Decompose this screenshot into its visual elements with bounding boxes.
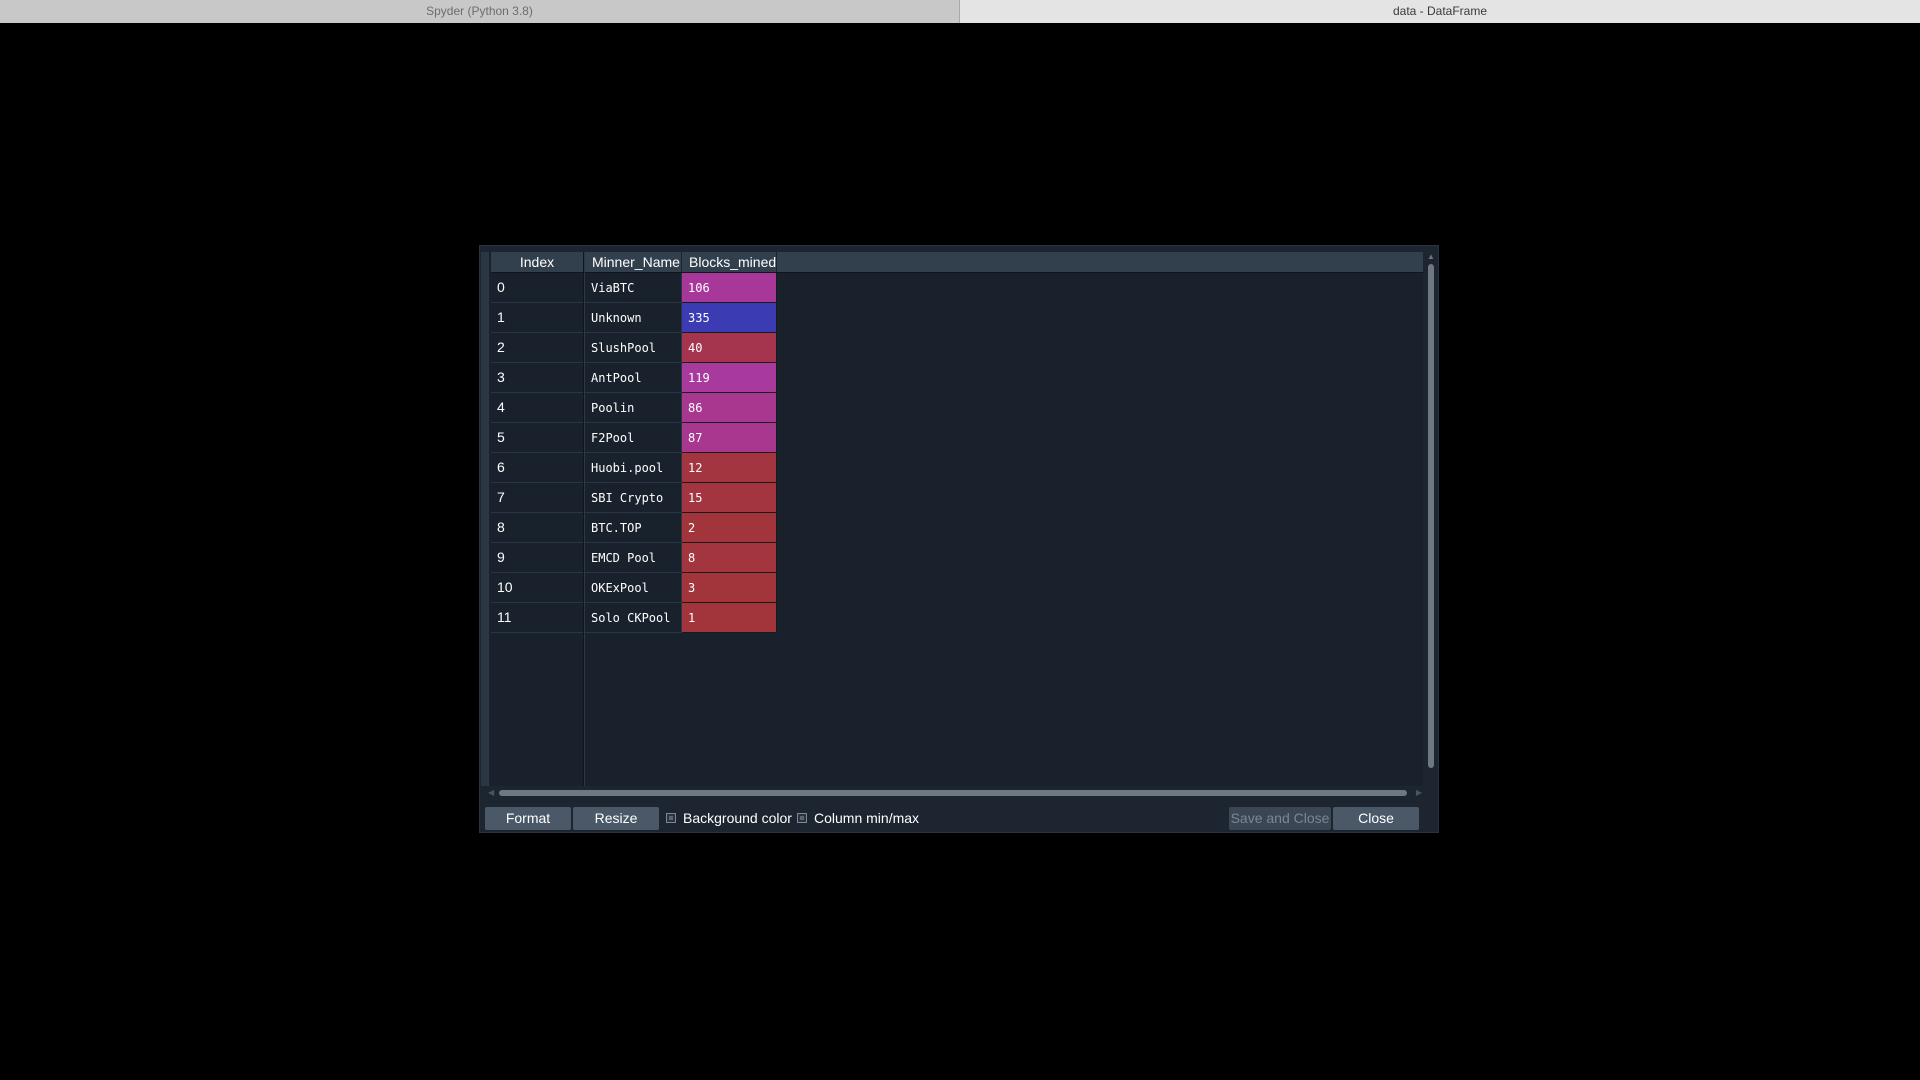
save-and-close-button[interactable]: Save and Close [1229,807,1331,830]
index-cell[interactable]: 11 [491,603,583,633]
cell-minner-name[interactable]: OKExPool [585,573,682,603]
resize-button[interactable]: Resize [573,807,659,830]
table-row: AntPool 119 [585,363,1423,393]
background-color-checkbox[interactable] [666,813,676,823]
column-header-minner-name[interactable]: Minner_Name [585,252,682,272]
index-cell[interactable]: 3 [491,363,583,393]
index-cell[interactable]: 4 [491,393,583,423]
index-cell[interactable]: 8 [491,513,583,543]
index-cell[interactable]: 6 [491,453,583,483]
format-button[interactable]: Format [485,807,571,830]
table-row: BTC.TOP 2 [585,513,1423,543]
table-row: SlushPool 40 [585,333,1423,363]
row-gutter [481,252,488,786]
footer-toolbar: Format Resize Background color Column mi… [480,805,1438,831]
table-row: OKExPool 3 [585,573,1423,603]
table-row: Unknown 335 [585,303,1423,333]
table-row: Huobi.pool 12 [585,453,1423,483]
vertical-scrollbar[interactable]: ▲ [1425,252,1437,786]
table-row: ViaBTC 106 [585,273,1423,303]
cell-minner-name[interactable]: Huobi.pool [585,453,682,483]
index-cell[interactable]: 10 [491,573,583,603]
cell-minner-name[interactable]: BTC.TOP [585,513,682,543]
cell-minner-name[interactable]: ViaBTC [585,273,682,303]
horizontal-scrollbar[interactable]: ◀ ▶ [488,787,1422,799]
column-header-blocks-mined[interactable]: Blocks_mined [682,252,777,272]
cell-minner-name[interactable]: AntPool [585,363,682,393]
cell-blocks-mined[interactable]: 86 [682,393,777,423]
scroll-up-icon[interactable]: ▲ [1425,252,1437,262]
close-button[interactable]: Close [1333,807,1419,830]
horizontal-scroll-thumb[interactable] [499,790,1407,796]
cell-minner-name[interactable]: EMCD Pool [585,543,682,573]
cell-blocks-mined[interactable]: 8 [682,543,777,573]
vertical-scroll-thumb[interactable] [1428,264,1434,768]
background-color-label[interactable]: Background color [683,807,792,830]
dataframe-editor-window: Index 0 1 2 3 4 5 6 7 8 9 10 11 Minner_Name Blocks_… [479,245,1439,833]
cell-minner-name[interactable]: F2Pool [585,423,682,453]
index-cell[interactable]: 7 [491,483,583,513]
scroll-right-icon[interactable]: ▶ [1416,787,1422,799]
scroll-left-icon[interactable]: ◀ [488,787,494,799]
table-row: Poolin 86 [585,393,1423,423]
data-panel: Minner_Name Blocks_mined ViaBTC 106 Unknow… [584,252,1423,786]
index-panel: Index 0 1 2 3 4 5 6 7 8 9 10 11 [488,252,585,786]
column-minmax-checkbox[interactable] [797,813,807,823]
index-cell[interactable]: 5 [491,423,583,453]
cell-blocks-mined[interactable]: 2 [682,513,777,543]
index-cell[interactable]: 9 [491,543,583,573]
table-row: EMCD Pool 8 [585,543,1423,573]
data-header: Minner_Name Blocks_mined [585,252,1423,273]
cell-blocks-mined[interactable]: 335 [682,303,777,333]
window-tab-bar: Spyder (Python 3.8) data - DataFrame [0,0,1920,23]
index-cell[interactable]: 0 [491,273,583,303]
index-cell[interactable]: 1 [491,303,583,333]
cell-minner-name[interactable]: Solo CKPool [585,603,682,633]
cell-minner-name[interactable]: Unknown [585,303,682,333]
cell-blocks-mined[interactable]: 106 [682,273,777,303]
column-minmax-label[interactable]: Column min/max [814,807,919,830]
tab-dataframe[interactable]: data - DataFrame [960,0,1920,23]
cell-blocks-mined[interactable]: 40 [682,333,777,363]
table-row: Solo CKPool 1 [585,603,1423,633]
data-rows: ViaBTC 106 Unknown 335 SlushPool 40 AntPool 119… [585,273,1423,633]
table-row: SBI Crypto 15 [585,483,1423,513]
cell-minner-name[interactable]: SlushPool [585,333,682,363]
cell-blocks-mined[interactable]: 119 [682,363,777,393]
cell-blocks-mined[interactable]: 1 [682,603,777,633]
index-rows: 0 1 2 3 4 5 6 7 8 9 10 11 [489,273,583,633]
cell-blocks-mined[interactable]: 12 [682,453,777,483]
index-cell[interactable]: 2 [491,333,583,363]
cell-blocks-mined[interactable]: 87 [682,423,777,453]
index-header[interactable]: Index [491,252,583,273]
cell-blocks-mined[interactable]: 15 [682,483,777,513]
cell-minner-name[interactable]: Poolin [585,393,682,423]
cell-minner-name[interactable]: SBI Crypto [585,483,682,513]
tab-spyder[interactable]: Spyder (Python 3.8) [0,0,960,23]
cell-blocks-mined[interactable]: 3 [682,573,777,603]
table-row: F2Pool 87 [585,423,1423,453]
